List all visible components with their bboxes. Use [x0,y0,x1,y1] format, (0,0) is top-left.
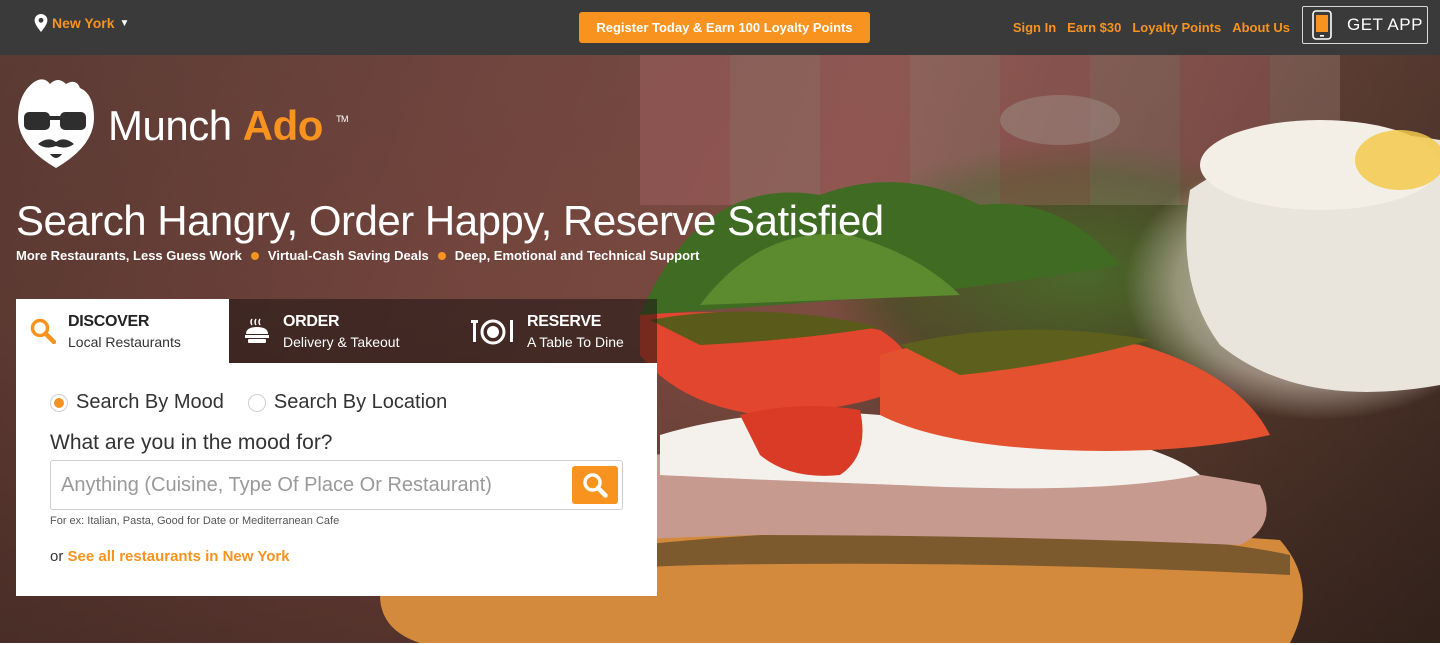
search-icon [583,473,608,498]
city-label: New York [52,15,115,31]
search-tabs: DISCOVER Local Restaurants ORDER Deliver… [16,299,657,363]
hero-banner: Munch Ado TM Search Hangry, Order Happy,… [0,55,1440,643]
earn-30-link[interactable]: Earn $30 [1067,20,1121,35]
discover-search-panel: Search By Mood Search By Location What a… [16,363,657,596]
munch-ado-logo[interactable]: Munch Ado TM [14,76,349,170]
sign-in-link[interactable]: Sign In [1013,20,1056,35]
brand-name-first: Munch [108,102,232,149]
loyalty-points-link[interactable]: Loyalty Points [1132,20,1221,35]
about-us-link[interactable]: About Us [1232,20,1290,35]
tab-order[interactable]: ORDER Delivery & Takeout [229,299,457,363]
radio-checked-icon [50,393,68,412]
bullet-dot [437,251,446,260]
tab-reserve[interactable]: RESERVE A Table To Dine [457,299,657,363]
tab-reserve-title: RESERVE [527,312,602,330]
plate-cutlery-icon [471,319,513,345]
see-all-row: or See all restaurants in New York [50,548,290,565]
tagline-2: Virtual-Cash Saving Deals [267,248,429,263]
hero-taglines: More Restaurants, Less Guess Work Virtua… [16,248,699,263]
hero-headline: Search Hangry, Order Happy, Reserve Sati… [16,197,884,244]
radio-mood-label: Search By Mood [76,391,224,413]
mood-prompt: What are you in the mood for? [50,431,333,454]
tab-order-subtitle: Delivery & Takeout [283,333,400,350]
top-bar: New York ▼ Register Today & Earn 100 Loy… [0,0,1440,55]
get-app-label: GET APP [1347,15,1423,34]
search-field-wrapper [50,460,623,510]
tagline-1: More Restaurants, Less Guess Work [16,248,242,263]
see-all-prefix: or [50,548,68,565]
search-button[interactable] [572,466,618,504]
search-mode-options: Search By Mood Search By Location [50,391,471,414]
tab-reserve-subtitle: A Table To Dine [527,333,624,350]
mobile-phone-icon [1312,10,1332,40]
top-links: Sign In Earn $30 Loyalty Points About Us [1013,20,1290,35]
city-selector[interactable]: New York ▼ [34,14,129,32]
bullet-dot [250,251,259,260]
get-app-button[interactable]: GET APP [1302,6,1428,44]
tab-discover-title: DISCOVER [68,312,150,330]
search-icon [30,318,56,344]
tab-discover-subtitle: Local Restaurants [68,333,181,350]
see-all-restaurants-link[interactable]: See all restaurants in New York [68,548,290,565]
radio-search-by-mood[interactable]: Search By Mood [50,391,224,414]
search-example-hint: For ex: Italian, Pasta, Good for Date or… [50,515,340,527]
mascot-logo-icon [18,79,94,168]
brand-name-second: Ado [242,102,324,149]
radio-unchecked-icon [247,393,266,412]
radio-search-by-location[interactable]: Search By Location [247,391,448,414]
radio-location-label: Search By Location [273,391,448,413]
trademark-mark: TM [336,114,349,124]
brand-wordmark: Munch Ado TM [108,102,349,150]
register-button[interactable]: Register Today & Earn 100 Loyalty Points [579,12,870,43]
mood-search-input[interactable] [61,471,561,499]
takeout-icon [245,318,269,343]
tab-discover[interactable]: DISCOVER Local Restaurants [16,299,229,363]
tab-order-title: ORDER [283,312,340,330]
tagline-3: Deep, Emotional and Technical Support [454,248,700,263]
location-pin-icon [34,14,48,32]
chevron-down-icon: ▼ [119,17,130,29]
